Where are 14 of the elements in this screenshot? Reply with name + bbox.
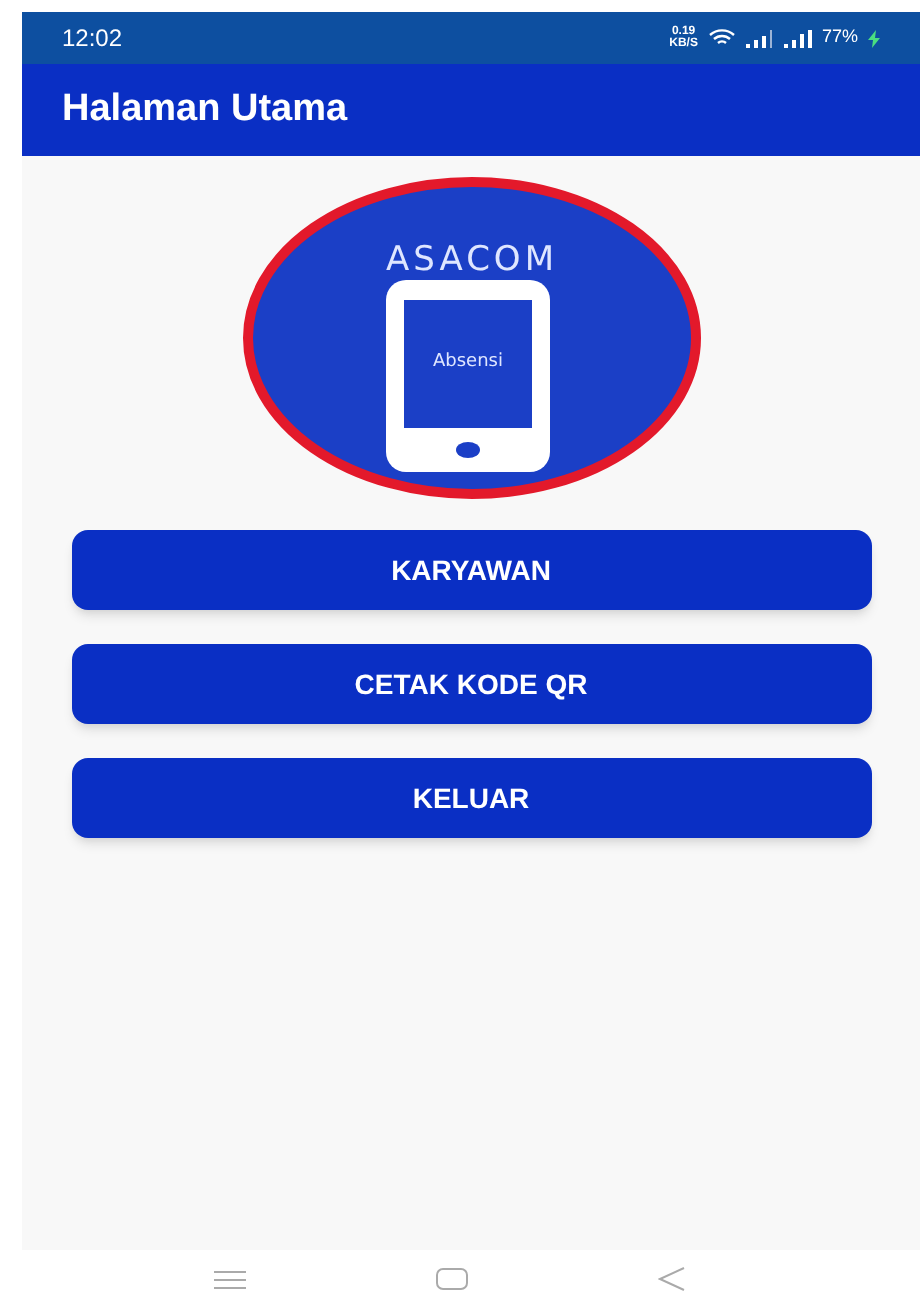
menu-icon[interactable]	[214, 1269, 246, 1289]
app-bar-title: Halaman Utama	[62, 85, 348, 134]
signal-icon	[783, 29, 812, 47]
back-icon[interactable]	[658, 1266, 686, 1292]
battery-level: 77%	[821, 24, 858, 51]
menu-button[interactable]: KARYAWAN	[71, 530, 871, 610]
logo-drawing: ASACOM Absensi	[241, 176, 701, 500]
wifi-icon	[707, 28, 736, 48]
menu-button[interactable]: CETAK KODE QR	[71, 644, 871, 724]
charging-icon	[868, 29, 880, 47]
home-icon[interactable]	[436, 1268, 468, 1290]
status-time: 12:02	[62, 22, 123, 56]
signal-icon	[745, 29, 774, 47]
menu-button[interactable]: KELUAR	[71, 758, 871, 838]
